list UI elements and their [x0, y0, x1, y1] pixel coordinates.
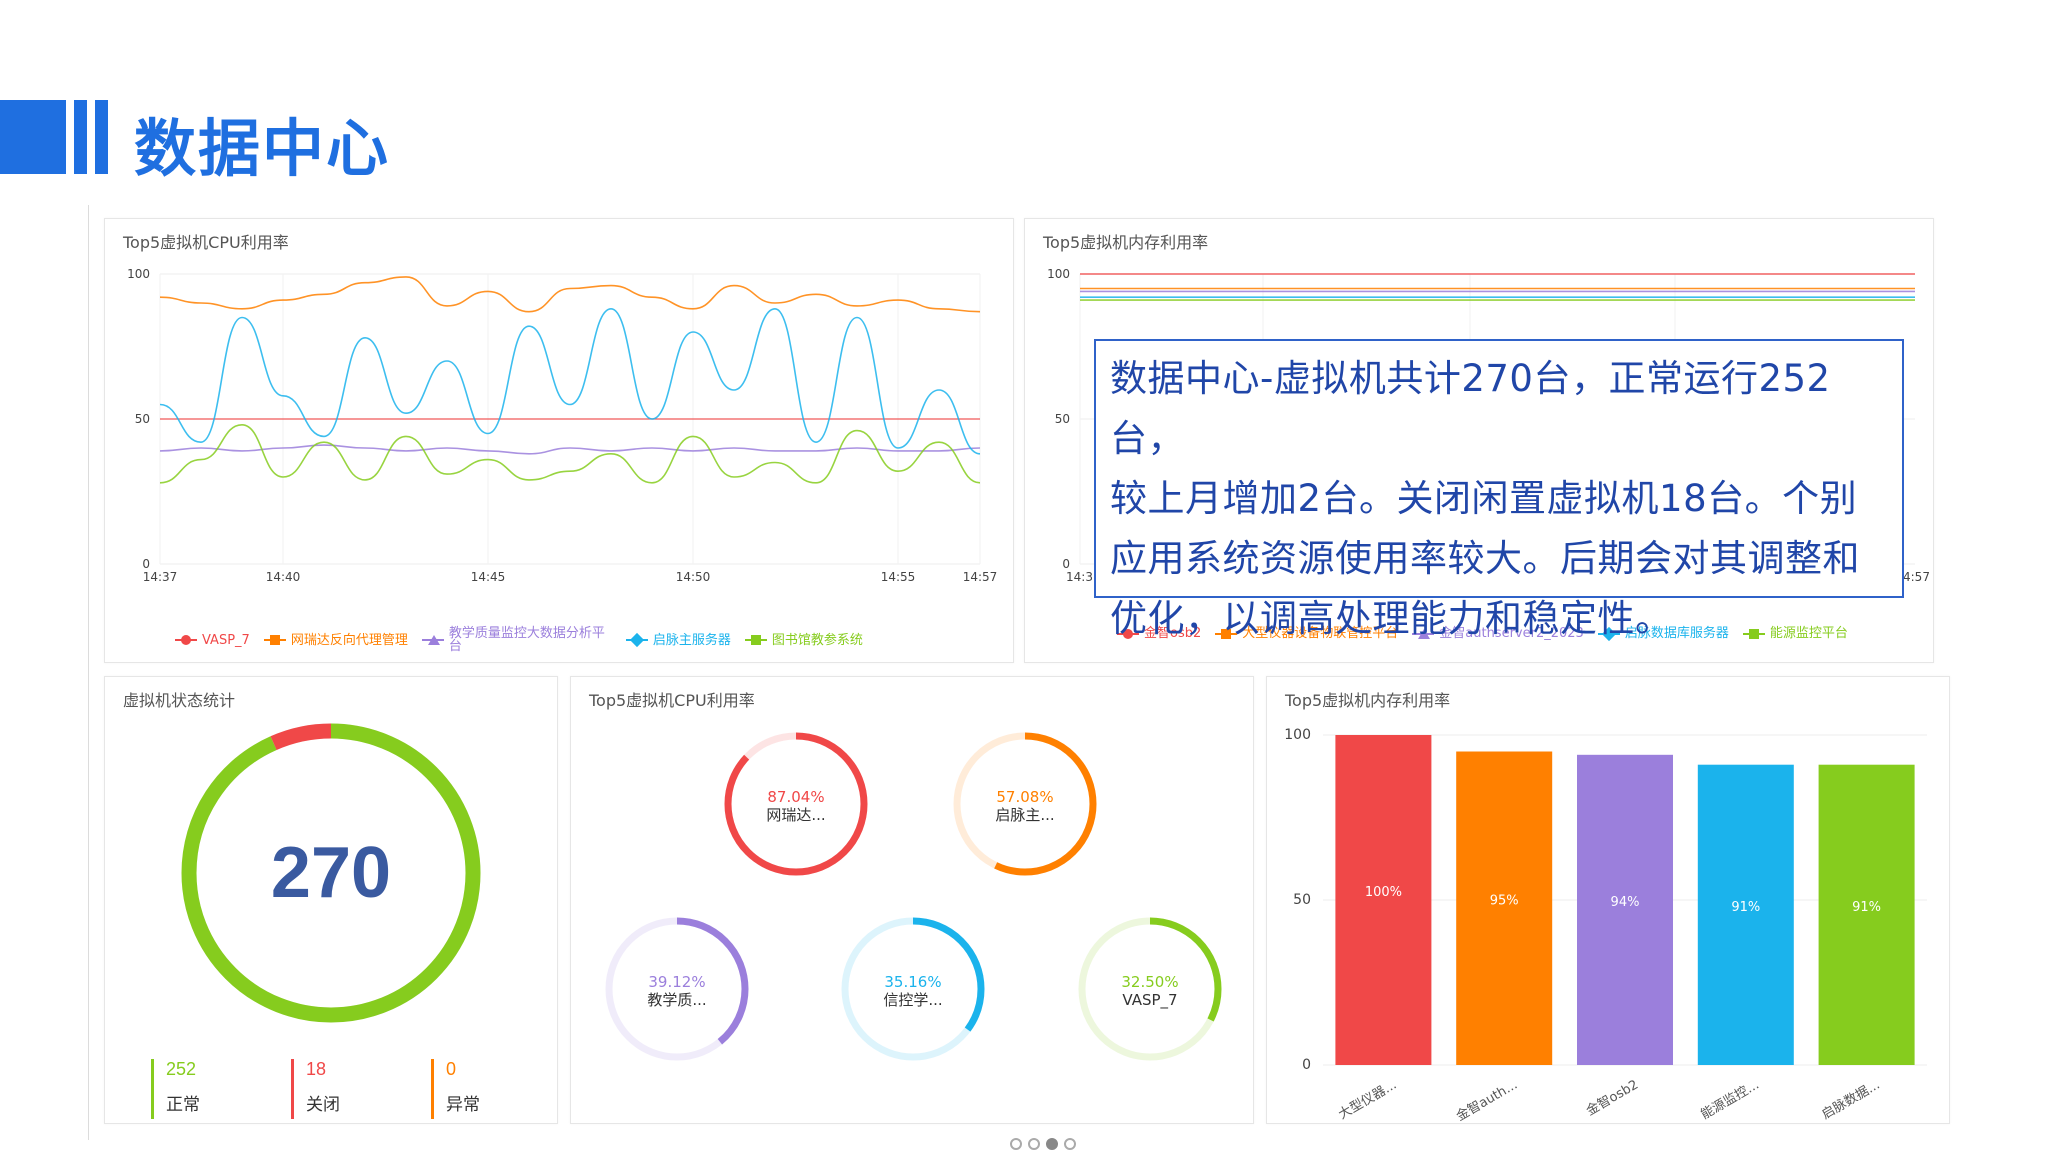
y-tick-label: 50 — [1293, 892, 1311, 908]
cpu-line-chart: 0 50 100 14:37 14:40 14:45 14:50 14:55 14:57 — [127, 267, 998, 584]
memory-bar-chart: 0 50 100 100% 大型仪器... 95% 金智auth... 94% 金智osb2 91… — [1284, 727, 1927, 1123]
y-tick-label: 0 — [1062, 557, 1070, 571]
legend-diamond-icon — [625, 632, 648, 648]
slide-pager — [1010, 1138, 1076, 1150]
x-tick-label: 启脉数据... — [1819, 1077, 1882, 1122]
stat-label: 关闭 — [306, 1095, 340, 1115]
x-tick-label: 14:40 — [266, 570, 301, 584]
stat-label: 异常 — [446, 1095, 480, 1115]
header-stripe — [95, 100, 108, 174]
header-stripe — [74, 100, 87, 174]
pager-dot-active[interactable] — [1046, 1138, 1058, 1150]
cpu-rings-panel: Top5虚拟机CPU利用率 87.04% 网瑞达... 57.08% 启脉主... 39… — [570, 676, 1254, 1124]
bar-value-label: 91% — [1852, 900, 1881, 915]
x-tick-label: 14:3 — [1066, 570, 1093, 584]
legend-item[interactable]: 图书馆教参系统 — [744, 627, 863, 653]
ring-name: 教学质... — [647, 991, 706, 1009]
summary-callout: 数据中心-虚拟机共计270台，正常运行252台， 较上月增加2台。关闭闲置虚拟机… — [1094, 339, 1904, 640]
pager-dot[interactable] — [1028, 1138, 1040, 1150]
pager-dot[interactable] — [1064, 1138, 1076, 1150]
stat-value: 18 — [306, 1059, 327, 1079]
legend-triangle-icon — [421, 635, 444, 645]
ring-percent: 39.12% — [648, 973, 705, 991]
bar — [1456, 751, 1553, 1065]
legend-item[interactable]: VASP_7 — [175, 627, 250, 653]
x-tick-label: 大型仪器... — [1336, 1077, 1399, 1122]
ring-name: 网瑞达... — [766, 806, 825, 824]
ring-percent: 57.08% — [996, 788, 1053, 806]
y-tick-label: 50 — [135, 412, 150, 426]
legend-label: 教学质量监控大数据分析平台 — [448, 626, 605, 654]
cpu-ring-charts: 87.04%网瑞达... 57.08%启脉主... 39.12%教学质... 35.1… — [605, 732, 1222, 1061]
legend-label: VASP_7 — [202, 632, 250, 648]
y-tick-label: 100 — [1047, 267, 1070, 281]
page-title: 数据中心 — [134, 112, 391, 185]
stat-label: 正常 — [166, 1095, 200, 1115]
bar-value-label: 91% — [1731, 900, 1760, 915]
x-tick-label: 14:57 — [963, 570, 998, 584]
vm-status-panel: 虚拟机状态统计 270 252 正常 18 关闭 0 异常 — [104, 676, 558, 1124]
stat-closed: 18 关闭 — [291, 1059, 340, 1119]
bar — [1335, 735, 1432, 1065]
ring-percent: 35.16% — [884, 973, 941, 991]
bar-value-label: 95% — [1490, 893, 1519, 908]
bar-value-label: 94% — [1611, 895, 1640, 910]
cpu-line-panel: Top5虚拟机CPU利用率 0 50 100 14:37 14:40 14:45 14:50… — [104, 218, 1014, 663]
chart-legend: VASP_7 网瑞达反向代理管理 教学质量监控大数据分析平台 启脉主服务器 图书馆教参系… — [175, 627, 863, 653]
legend-label: 图书馆教参系统 — [771, 632, 863, 648]
y-tick-label: 0 — [1302, 1057, 1311, 1073]
divider — [88, 205, 89, 1140]
ring-percent: 87.04% — [767, 788, 824, 806]
summary-line: 优化，以调高处理能力和稳定性。 — [1110, 597, 1673, 640]
y-tick-label: 0 — [142, 557, 150, 571]
ring-name: 信控学... — [883, 991, 942, 1009]
legend-item[interactable]: 网瑞达反向代理管理 — [263, 627, 408, 653]
legend-circle-icon — [175, 635, 197, 645]
x-tick-label: 4:57 — [1903, 570, 1930, 584]
pager-dot[interactable] — [1010, 1138, 1022, 1150]
y-tick-label: 100 — [127, 267, 150, 281]
summary-line: 应用系统资源使用率较大。后期会对其调整和 — [1110, 537, 1860, 580]
ring-name: 启脉主... — [995, 806, 1054, 824]
x-tick-label: 金智auth... — [1453, 1077, 1520, 1123]
stat-value: 252 — [166, 1059, 197, 1079]
vm-total-count: 270 — [270, 833, 392, 913]
legend-square-icon — [263, 635, 286, 645]
x-tick-label: 能源监控... — [1699, 1077, 1762, 1122]
y-tick-label: 50 — [1055, 412, 1070, 426]
stat-normal: 252 正常 — [151, 1059, 200, 1119]
summary-line: 数据中心-虚拟机共计270台，正常运行252台， — [1110, 357, 1831, 460]
legend-pin-icon — [744, 635, 767, 645]
ring-name: VASP_7 — [1122, 991, 1177, 1010]
summary-line: 较上月增加2台。关闭闲置虚拟机18台。个别 — [1110, 477, 1858, 520]
header-block — [0, 100, 66, 174]
stat-abnormal: 0 异常 — [431, 1059, 480, 1119]
bar-value-label: 100% — [1365, 885, 1402, 900]
memory-bars-panel: Top5虚拟机内存利用率 0 50 100 100% 大型仪器... 95% 金智auth.… — [1266, 676, 1950, 1124]
legend-item[interactable]: 教学质量监控大数据分析平台 — [421, 626, 612, 654]
legend-item[interactable]: 启脉主服务器 — [625, 627, 731, 653]
x-tick-label: 14:50 — [676, 570, 711, 584]
y-tick-label: 100 — [1284, 727, 1311, 743]
x-tick-label: 14:55 — [881, 570, 916, 584]
x-tick-label: 金智osb2 — [1583, 1077, 1641, 1119]
ring-percent: 32.50% — [1121, 973, 1178, 991]
legend-label: 启脉主服务器 — [652, 632, 731, 648]
x-tick-label: 14:37 — [143, 570, 178, 584]
x-tick-label: 14:45 — [471, 570, 506, 584]
stat-value: 0 — [446, 1059, 457, 1079]
legend-label: 网瑞达反向代理管理 — [290, 632, 408, 648]
